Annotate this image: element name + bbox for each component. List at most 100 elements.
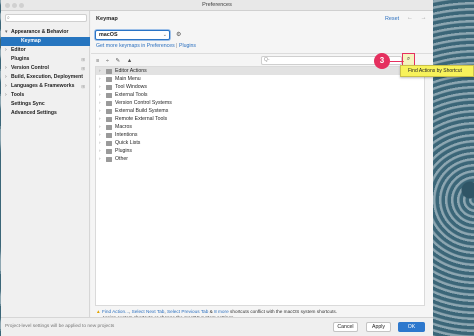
sidebar-item-languages[interactable]: › Languages & Frameworks ⊞ bbox=[1, 82, 90, 91]
folder-icon bbox=[106, 85, 112, 90]
folder-icon bbox=[106, 101, 112, 106]
apply-button[interactable]: Apply bbox=[366, 322, 391, 332]
tree-row-label: Version Control Systems bbox=[115, 100, 172, 106]
sidebar-item-label: Build, Execution, Deployment bbox=[11, 74, 83, 80]
project-config-icon: ⊞ bbox=[81, 66, 85, 71]
chevron-down-icon: ⌄ bbox=[162, 32, 167, 38]
ok-button[interactable]: OK bbox=[398, 322, 425, 332]
chevron-right-icon: › bbox=[99, 100, 101, 105]
more-conflicts-link[interactable]: 8 more bbox=[214, 309, 229, 314]
tree-row[interactable]: › Quick Lists bbox=[96, 139, 424, 147]
collapse-all-icon[interactable]: ÷ bbox=[106, 58, 109, 64]
settings-search-input[interactable]: ⌕ bbox=[5, 14, 87, 22]
folder-icon bbox=[106, 109, 112, 114]
keymap-select[interactable]: macOS ⌄ bbox=[95, 30, 170, 40]
tree-row-label: Intentions bbox=[115, 132, 138, 138]
sidebar-item-label: Appearance & Behavior bbox=[11, 29, 69, 35]
select-next-tab-link[interactable]: Select Next Tab bbox=[132, 309, 165, 314]
tree-row-label: Remote External Tools bbox=[115, 116, 168, 122]
zoom-window-button[interactable] bbox=[19, 3, 24, 8]
find-action-link[interactable]: Find Action... bbox=[102, 309, 129, 314]
select-previous-tab-link[interactable]: Select Previous Tab bbox=[167, 309, 208, 314]
chevron-right-icon: › bbox=[99, 124, 101, 129]
tree-row[interactable]: › Editor Actions bbox=[96, 67, 424, 75]
sidebar-item-settings-sync[interactable]: Settings Sync bbox=[1, 100, 90, 109]
tree-row-label: Tool Windows bbox=[115, 84, 148, 90]
dialog-footer: Project-level settings will be applied t… bbox=[1, 317, 433, 336]
chevron-down-icon: ▾ bbox=[5, 29, 8, 35]
sidebar-item-label: Tools bbox=[11, 92, 25, 98]
folder-icon bbox=[106, 149, 112, 154]
chevron-right-icon: › bbox=[99, 148, 101, 153]
sidebar-item-build[interactable]: › Build, Execution, Deployment bbox=[1, 73, 90, 82]
tree-row[interactable]: › Other bbox=[96, 155, 424, 163]
tree-row-label: Editor Actions bbox=[115, 68, 147, 74]
sidebar-item-version-control[interactable]: › Version Control ⊞ bbox=[1, 64, 90, 73]
chevron-right-icon: › bbox=[5, 92, 7, 98]
title-bar: Preferences bbox=[1, 0, 433, 11]
folder-icon bbox=[106, 157, 112, 162]
warning-icon: ▲ bbox=[96, 309, 101, 314]
settings-sidebar: ⌕ ▾ Appearance & Behavior Keymap › Edito… bbox=[1, 11, 90, 317]
tree-row-label: Macros bbox=[115, 124, 133, 130]
folder-icon bbox=[106, 125, 112, 130]
tree-row[interactable]: › Version Control Systems bbox=[96, 99, 424, 107]
gear-icon[interactable]: ⚙ bbox=[176, 31, 181, 38]
sidebar-item-plugins[interactable]: Plugins ⊞ bbox=[1, 55, 90, 64]
edit-icon[interactable]: ✎ bbox=[115, 58, 120, 64]
sidebar-item-label: Plugins bbox=[11, 56, 30, 62]
tree-row[interactable]: › Intentions bbox=[96, 131, 424, 139]
project-config-icon: ⊞ bbox=[81, 57, 85, 62]
tree-row-label: Quick Lists bbox=[115, 140, 141, 146]
tree-toolbar: ≡ ÷ ✎ ▲ bbox=[96, 58, 137, 64]
tree-row-label: External Tools bbox=[115, 92, 148, 98]
sidebar-item-label: Keymap bbox=[21, 38, 41, 44]
tree-row-label: External Build Systems bbox=[115, 108, 169, 114]
get-more-keymaps-link[interactable]: Get more keymaps in Preferences bbox=[96, 43, 175, 49]
cancel-button[interactable]: Cancel bbox=[333, 322, 358, 332]
folder-icon bbox=[106, 133, 112, 138]
chevron-right-icon: › bbox=[99, 76, 101, 81]
warning-filter-icon[interactable]: ▲ bbox=[127, 58, 133, 64]
window-title: Preferences bbox=[202, 2, 232, 8]
find-by-shortcut-icon: ⌕ bbox=[406, 56, 411, 62]
tree-row-label: Other bbox=[115, 156, 128, 162]
tree-row[interactable]: › Tool Windows bbox=[96, 83, 424, 91]
link-separator: | bbox=[176, 43, 178, 49]
preferences-window: Preferences ⌕ ▾ Appearance & Behavior Ke… bbox=[1, 0, 433, 336]
tree-row[interactable]: › Plugins bbox=[96, 147, 424, 155]
plugins-link[interactable]: Plugins bbox=[179, 43, 196, 49]
tree-row[interactable]: › Main Menu bbox=[96, 75, 424, 83]
tree-row-label: Plugins bbox=[115, 148, 133, 154]
chevron-right-icon: › bbox=[5, 47, 7, 53]
tree-row-label: Main Menu bbox=[115, 76, 141, 82]
chevron-right-icon: › bbox=[99, 108, 101, 113]
minimize-window-button[interactable] bbox=[12, 3, 17, 8]
expand-all-icon[interactable]: ≡ bbox=[96, 58, 99, 64]
tree-row[interactable]: › External Tools bbox=[96, 91, 424, 99]
tree-row[interactable]: › Remote External Tools bbox=[96, 115, 424, 123]
step-number-badge: 3 bbox=[374, 53, 390, 69]
sidebar-item-label: Settings Sync bbox=[11, 101, 45, 107]
folder-icon bbox=[106, 93, 112, 98]
page-title: Keymap bbox=[96, 16, 118, 22]
sidebar-item-tools[interactable]: › Tools bbox=[1, 91, 90, 100]
reset-link[interactable]: Reset bbox=[385, 16, 399, 22]
folder-icon bbox=[106, 141, 112, 146]
chevron-right-icon: › bbox=[99, 68, 101, 73]
sidebar-item-keymap[interactable]: Keymap bbox=[1, 37, 90, 46]
chevron-right-icon: › bbox=[99, 116, 101, 121]
search-icon: ⌕ bbox=[7, 15, 10, 21]
folder-icon bbox=[106, 69, 112, 74]
project-config-icon: ⊞ bbox=[81, 84, 85, 89]
tree-row[interactable]: › External Build Systems bbox=[96, 107, 424, 115]
sidebar-item-advanced-settings[interactable]: Advanced Settings bbox=[1, 109, 90, 118]
close-window-button[interactable] bbox=[5, 3, 10, 8]
keymap-links: Get more keymaps in Preferences | Plugin… bbox=[96, 43, 196, 49]
sidebar-item-appearance[interactable]: ▾ Appearance & Behavior bbox=[1, 28, 90, 37]
tree-row[interactable]: › Macros bbox=[96, 123, 424, 131]
sidebar-item-editor[interactable]: › Editor bbox=[1, 46, 90, 55]
project-settings-note: Project-level settings will be applied t… bbox=[5, 324, 115, 329]
back-forward-arrows[interactable]: ← → bbox=[407, 15, 430, 21]
sidebar-item-label: Version Control bbox=[11, 65, 49, 71]
